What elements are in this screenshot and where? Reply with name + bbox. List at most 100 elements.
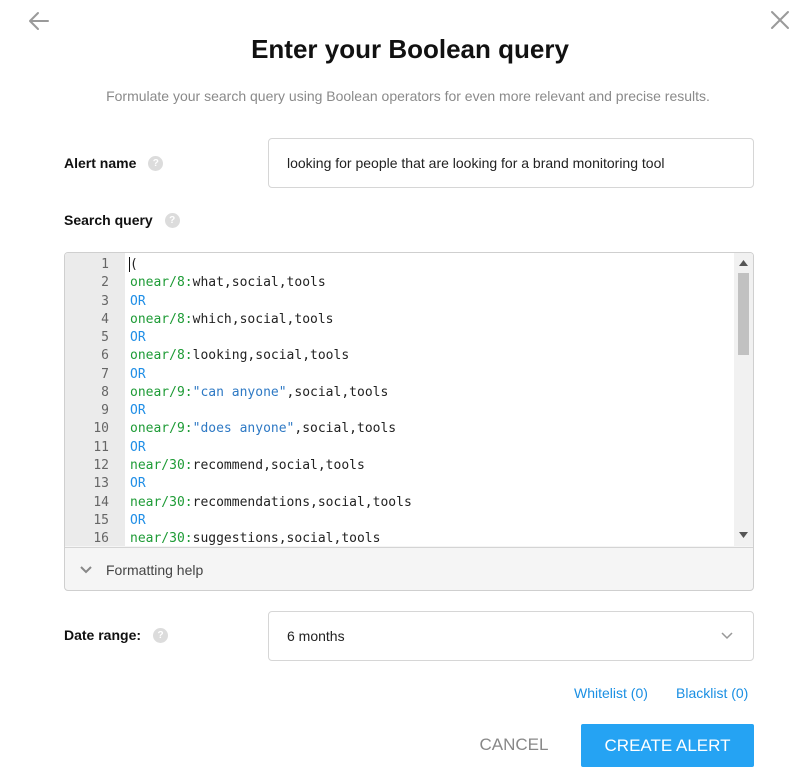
line-number: 5 bbox=[101, 330, 109, 346]
code-token-plain: ,social,tools bbox=[294, 421, 397, 437]
search-query-label: Search query bbox=[64, 212, 153, 228]
code-token-or: OR bbox=[130, 403, 146, 419]
line-number: 10 bbox=[93, 421, 109, 437]
code-text: OR bbox=[130, 512, 146, 530]
code-text: onear/8:what,social,tools bbox=[130, 274, 326, 292]
line-number: 2 bbox=[101, 275, 109, 291]
code-line: 11 OR bbox=[65, 439, 729, 457]
back-button[interactable] bbox=[26, 8, 52, 34]
line-number: 14 bbox=[93, 494, 109, 510]
date-range-select[interactable]: 6 months bbox=[268, 611, 754, 661]
whitelist-link[interactable]: Whitelist (0) bbox=[574, 685, 648, 701]
code-text: OR bbox=[130, 329, 146, 347]
scroll-up-button[interactable] bbox=[734, 255, 753, 271]
search-query-editor[interactable]: 1(2 onear/8:what,social,tools 3 OR 4 onear/8:… bbox=[65, 253, 753, 546]
line-number: 9 bbox=[101, 403, 109, 419]
code-token-str: "can anyone" bbox=[192, 384, 287, 400]
code-token-op: onear/8: bbox=[130, 275, 193, 291]
chevron-down-icon bbox=[719, 628, 735, 644]
code-line: 16 near/30:suggestions,social,tools bbox=[65, 530, 729, 546]
code-text: onear/9:"can anyone",social,tools bbox=[130, 384, 388, 402]
scroll-down-button[interactable] bbox=[734, 527, 753, 543]
close-icon bbox=[771, 11, 789, 29]
arrow-left-icon bbox=[29, 12, 49, 30]
code-line: 13 OR bbox=[65, 475, 729, 493]
code-line: 4 onear/8:which,social,tools bbox=[65, 311, 729, 329]
code-token-plain: recommend,social,tools bbox=[192, 457, 365, 473]
question-circle-icon[interactable]: ? bbox=[148, 155, 164, 171]
code-token-op: onear/9: bbox=[130, 421, 193, 437]
blacklist-link[interactable]: Blacklist (0) bbox=[676, 685, 748, 701]
line-number: 13 bbox=[93, 476, 109, 492]
code-token-op: onear/8: bbox=[130, 348, 193, 364]
code-token-plain: ,social,tools bbox=[286, 384, 389, 400]
question-circle-icon[interactable]: ? bbox=[153, 627, 169, 643]
code-line: 14 near/30:recommendations,social,tools bbox=[65, 494, 729, 512]
code-line: 2 onear/8:what,social,tools bbox=[65, 274, 729, 292]
code-text: near/30:recommend,social,tools bbox=[130, 457, 365, 475]
line-number: 8 bbox=[101, 384, 109, 400]
chevron-down-icon bbox=[78, 562, 94, 578]
line-number: 11 bbox=[93, 439, 109, 455]
code-line: 3 OR bbox=[65, 293, 729, 311]
formatting-help-label: Formatting help bbox=[106, 561, 204, 578]
create-alert-button[interactable]: CREATE ALERT bbox=[581, 724, 754, 767]
code-line: 10 onear/9:"does anyone",social,tools bbox=[65, 420, 729, 438]
code-line: 8 onear/9:"can anyone",social,tools bbox=[65, 384, 729, 402]
question-circle-icon[interactable]: ? bbox=[164, 212, 180, 228]
dialog-subtitle: Formulate your search query using Boolea… bbox=[106, 88, 710, 104]
code-line: 12 near/30:recommend,social,tools bbox=[65, 457, 729, 475]
date-range-label: Date range: bbox=[64, 627, 142, 643]
code-line: 15 OR bbox=[65, 512, 729, 530]
editor-scrollbar[interactable] bbox=[734, 253, 753, 546]
alert-name-label: Alert name bbox=[64, 155, 137, 171]
code-text: onear/8:which,social,tools bbox=[130, 311, 334, 329]
code-line: 1( bbox=[65, 256, 729, 274]
line-number: 12 bbox=[93, 457, 109, 473]
line-number: 7 bbox=[101, 366, 109, 382]
line-number: 1 bbox=[101, 257, 109, 272]
code-token-op: near/30: bbox=[130, 494, 193, 510]
search-query-box: 1(2 onear/8:what,social,tools 3 OR 4 onear/8:… bbox=[64, 252, 754, 591]
code-text: OR bbox=[130, 293, 146, 311]
code-text: OR bbox=[130, 402, 146, 420]
code-text: OR bbox=[130, 366, 146, 384]
code-token-op: onear/8: bbox=[130, 311, 193, 327]
code-line: 5 OR bbox=[65, 329, 729, 347]
code-line: 9 OR bbox=[65, 402, 729, 420]
code-token-plain: ( bbox=[129, 257, 138, 272]
code-token-or: OR bbox=[130, 330, 146, 346]
code-token-or: OR bbox=[130, 512, 146, 528]
scroll-thumb[interactable] bbox=[738, 273, 749, 355]
close-button[interactable] bbox=[768, 8, 792, 32]
line-number: 15 bbox=[93, 512, 109, 528]
code-token-plain: recommendations,social,tools bbox=[192, 494, 412, 510]
code-text: near/30:recommendations,social,tools bbox=[130, 494, 412, 512]
code-token-or: OR bbox=[130, 293, 146, 309]
code-token-op: near/30: bbox=[130, 457, 193, 473]
code-text: near/30:suggestions,social,tools bbox=[130, 530, 380, 546]
code-token-op: onear/9: bbox=[130, 384, 193, 400]
line-number: 4 bbox=[101, 311, 109, 327]
code-token-op: near/30: bbox=[130, 531, 193, 546]
code-token-plain: suggestions,social,tools bbox=[192, 531, 381, 546]
line-number: 3 bbox=[101, 293, 109, 309]
code-line: 6 onear/8:looking,social,tools bbox=[65, 347, 729, 365]
code-token-or: OR bbox=[130, 439, 146, 455]
cancel-button[interactable]: CANCEL bbox=[464, 724, 564, 766]
code-token-or: OR bbox=[130, 476, 146, 492]
alert-name-input[interactable] bbox=[268, 138, 754, 188]
date-range-value: 6 months bbox=[287, 628, 345, 644]
code-token-str: "does anyone" bbox=[192, 421, 295, 437]
formatting-help-toggle[interactable]: Formatting help bbox=[65, 547, 753, 590]
code-line: 7 OR bbox=[65, 366, 729, 384]
code-token-plain: looking,social,tools bbox=[192, 348, 350, 364]
code-text: OR bbox=[130, 439, 146, 457]
code-token-or: OR bbox=[130, 366, 146, 382]
triangle-down-icon bbox=[739, 532, 748, 538]
code-text: ( bbox=[129, 256, 138, 274]
code-token-plain: what,social,tools bbox=[192, 275, 326, 291]
search-query-label-row: Search query ? bbox=[64, 212, 180, 228]
triangle-up-icon bbox=[739, 260, 748, 266]
code-text: onear/9:"does anyone",social,tools bbox=[130, 420, 396, 438]
